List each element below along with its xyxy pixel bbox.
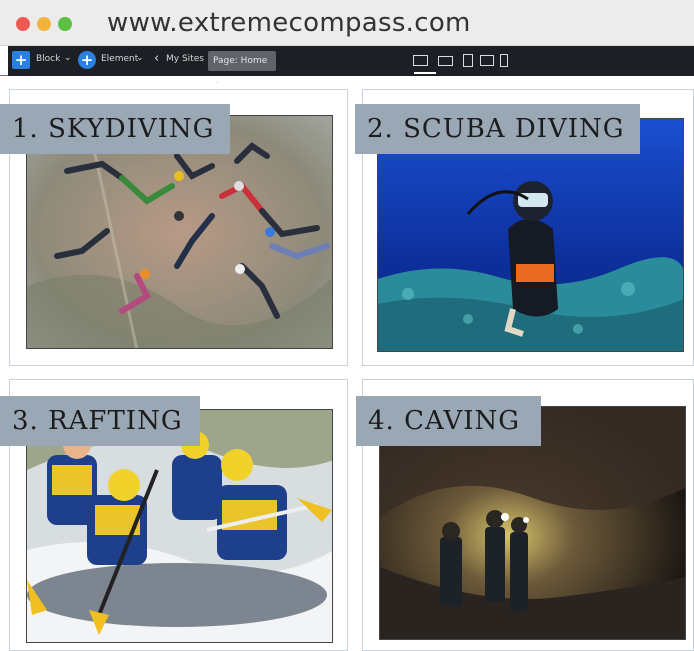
maximize-window-button[interactable] — [58, 17, 72, 31]
tablet-landscape-icon[interactable] — [480, 55, 494, 66]
add-element-icon[interactable]: + — [78, 51, 96, 69]
card-title: 4. CAVING — [356, 396, 541, 446]
toolbar-accent-line — [0, 75, 8, 76]
page-select[interactable]: Page: Home ⌄ — [208, 51, 276, 86]
tablet-icon[interactable] — [463, 54, 473, 67]
element-menu-button[interactable]: Element — [101, 54, 138, 64]
desktop-icon[interactable] — [413, 55, 428, 66]
chevron-down-icon: ⌄ — [136, 53, 144, 63]
mobile-icon[interactable] — [500, 54, 508, 67]
add-block-icon[interactable]: + — [12, 51, 30, 69]
chevron-down-icon: ⌄ — [64, 53, 72, 63]
active-device-indicator — [414, 72, 436, 74]
card-title: 3. RAFTING — [0, 396, 200, 446]
url-text[interactable]: www.extremecompass.com — [107, 8, 471, 38]
back-chevron-icon[interactable]: ‹ — [154, 51, 159, 66]
page-select-value: Page: Home — [213, 56, 268, 66]
minimize-window-button[interactable] — [37, 17, 51, 31]
close-window-button[interactable] — [16, 17, 30, 31]
card-title: 1. SKYDIVING — [0, 104, 230, 154]
my-sites-link[interactable]: My Sites — [166, 54, 204, 64]
laptop-icon[interactable] — [438, 56, 453, 66]
card-title: 2. SCUBA DIVING — [355, 104, 640, 154]
block-menu-button[interactable]: Block — [36, 54, 60, 64]
editor-toolbar: + Block ⌄ + Element ⌄ ‹ My Sites Page: H… — [8, 46, 694, 86]
browser-address-bar: www.extremecompass.com — [0, 0, 694, 46]
